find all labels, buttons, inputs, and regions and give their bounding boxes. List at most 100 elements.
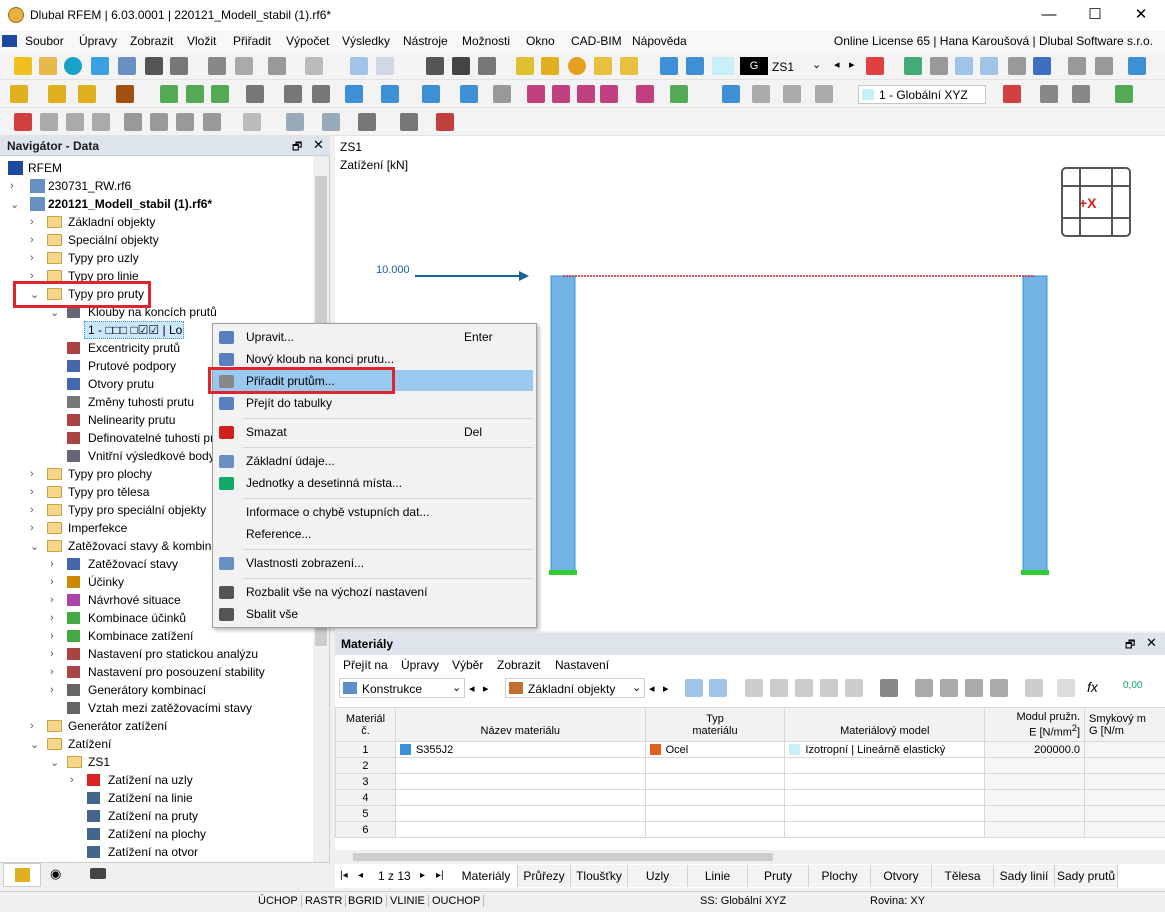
cell-e[interactable]: 200000.0 — [984, 741, 1086, 758]
view-y-icon[interactable] — [150, 113, 168, 131]
tab-data[interactable] — [3, 863, 41, 887]
tree-item[interactable]: Typy pro speciální objekty — [68, 501, 206, 519]
fx-icon[interactable]: fx — [1087, 679, 1098, 695]
menu-item-edit[interactable]: Upravit... — [246, 330, 294, 344]
navigator-toggle-icon[interactable] — [350, 57, 368, 75]
chevron-right-icon[interactable]: › — [30, 468, 34, 480]
cell-e[interactable] — [984, 773, 1086, 790]
cell-name[interactable] — [394, 821, 646, 838]
chevron-right-icon[interactable]: › — [50, 594, 54, 606]
menu-item-expand-all[interactable]: Rozbalit vše na výchozí nastavení — [246, 585, 427, 599]
divide-icon[interactable] — [527, 85, 545, 103]
cell-type[interactable] — [644, 773, 786, 790]
tab-2[interactable]: Tloušťky — [571, 865, 628, 887]
tab-1[interactable]: Průřezy — [518, 865, 571, 887]
sort-icon[interactable] — [990, 679, 1008, 697]
menu-item-collapse-all[interactable]: Sbalit vše — [246, 607, 298, 621]
table-row[interactable]: 4 — [335, 789, 1165, 806]
prev-page-icon[interactable]: ◂ — [358, 870, 363, 881]
close-table-icon[interactable]: ✕ — [1146, 635, 1157, 651]
cell-g[interactable] — [1084, 789, 1165, 806]
redo-icon[interactable] — [305, 57, 323, 75]
cell-g[interactable] — [1084, 805, 1165, 822]
chevron-down-icon[interactable]: ⌄ — [50, 756, 59, 769]
cell-g[interactable] — [1084, 821, 1165, 838]
support-node-icon[interactable] — [160, 85, 178, 103]
close-view-icon[interactable] — [14, 113, 32, 131]
dimension-x-icon[interactable] — [246, 85, 264, 103]
rotate-icon[interactable] — [460, 85, 478, 103]
target-icon[interactable] — [568, 57, 586, 75]
chevron-right-icon[interactable]: › — [30, 252, 34, 264]
col-g[interactable]: Smykový mG [N/m — [1084, 707, 1165, 742]
cell-e[interactable] — [984, 757, 1086, 774]
chevron-right-icon[interactable]: › — [30, 720, 34, 732]
tab-7[interactable]: Otvory — [871, 865, 932, 887]
script-icon[interactable] — [452, 57, 470, 75]
status-snap[interactable]: ÚCHOP — [255, 895, 302, 907]
view-toggle-icon[interactable] — [955, 57, 973, 75]
select-icon[interactable] — [345, 85, 363, 103]
tree-item[interactable]: Prutové podpory — [88, 357, 176, 375]
copy-view-icon[interactable] — [783, 85, 801, 103]
tree-item[interactable]: Typy pro tělesa — [68, 483, 149, 501]
filter-rows-icon[interactable] — [709, 679, 727, 697]
move-icon[interactable] — [381, 85, 399, 103]
col-model[interactable]: Materiálový model — [784, 707, 986, 742]
prev-icon[interactable]: ◂ — [469, 682, 475, 695]
tree-item[interactable]: Generátory kombinací — [88, 681, 206, 699]
menu-item-base-data[interactable]: Základní údaje... — [246, 454, 335, 468]
chevron-right-icon[interactable]: › — [50, 630, 54, 642]
close-navigator-icon[interactable]: ✕ — [313, 137, 324, 153]
tree-item[interactable]: Zatěžovací stavy — [88, 555, 178, 573]
column-right[interactable] — [1022, 275, 1048, 575]
funnel-icon[interactable] — [722, 85, 740, 103]
tab-10[interactable]: Sady prutů — [1055, 865, 1118, 887]
iso-view-3-icon[interactable] — [92, 113, 110, 131]
tree-item[interactable]: Návrhové situace — [88, 591, 181, 609]
table-hscroll[interactable] — [335, 850, 1165, 864]
menu-okno[interactable]: Okno — [526, 34, 555, 48]
col-e[interactable]: Modul pružn. E [N/mm2] — [984, 707, 1086, 742]
mat-menu-select[interactable]: Výběr — [452, 658, 483, 672]
align-icon[interactable] — [636, 85, 654, 103]
axes-icon[interactable] — [1003, 85, 1021, 103]
screenshot-icon[interactable] — [815, 85, 833, 103]
menu-item-error-info[interactable]: Informace o chybě vstupních dat... — [246, 505, 429, 519]
structure-combo[interactable]: Konstrukce ⌄ — [339, 678, 465, 698]
console-icon[interactable] — [426, 57, 444, 75]
table-toggle-icon[interactable] — [376, 57, 394, 75]
next-loadcase-icon[interactable]: ▸ — [849, 58, 855, 71]
cell-e[interactable] — [984, 805, 1086, 822]
tree-item[interactable]: Zatížení na otvor — [108, 843, 198, 861]
mat-menu-settings[interactable]: Nastavení — [555, 658, 609, 672]
table-row[interactable]: 5 — [335, 805, 1165, 822]
menu-napoveda[interactable]: Nápověda — [632, 34, 687, 48]
paste-row-icon[interactable] — [845, 679, 863, 697]
share-icon[interactable] — [118, 57, 136, 75]
status-osnap[interactable]: OUCHOP — [429, 895, 485, 907]
render-wire-icon[interactable] — [322, 113, 340, 131]
cell-type[interactable]: Ocel — [644, 741, 786, 758]
decimals-icon[interactable]: 0,00 — [1123, 680, 1142, 691]
menu-cad-bim[interactable]: CAD-BIM — [571, 34, 622, 48]
cell-name[interactable] — [394, 789, 646, 806]
node-icon[interactable] — [10, 85, 28, 103]
tree-item[interactable]: Kombinace účinků — [88, 609, 186, 627]
select-rows-icon[interactable] — [685, 679, 703, 697]
cell-model[interactable] — [784, 805, 986, 822]
extend-icon[interactable] — [577, 85, 595, 103]
load-arrow-icon[interactable] — [686, 57, 704, 75]
next-icon[interactable]: ▸ — [663, 682, 669, 695]
cell-g[interactable]: 7 — [1084, 741, 1165, 758]
filter-icon[interactable] — [866, 57, 884, 75]
prev-loadcase-icon[interactable]: ◂ — [834, 58, 840, 71]
cell-model[interactable]: Izotropní | Lineárně elastický — [784, 741, 986, 758]
calc-icon[interactable] — [478, 57, 496, 75]
add-icon[interactable] — [795, 679, 813, 697]
export-icon[interactable] — [1128, 57, 1146, 75]
table-row[interactable]: 6 — [335, 821, 1165, 838]
mat-menu-goto[interactable]: Přejít na — [343, 658, 388, 672]
tree-item[interactable]: Zatížení na linie — [108, 789, 193, 807]
table-icon[interactable] — [745, 679, 763, 697]
